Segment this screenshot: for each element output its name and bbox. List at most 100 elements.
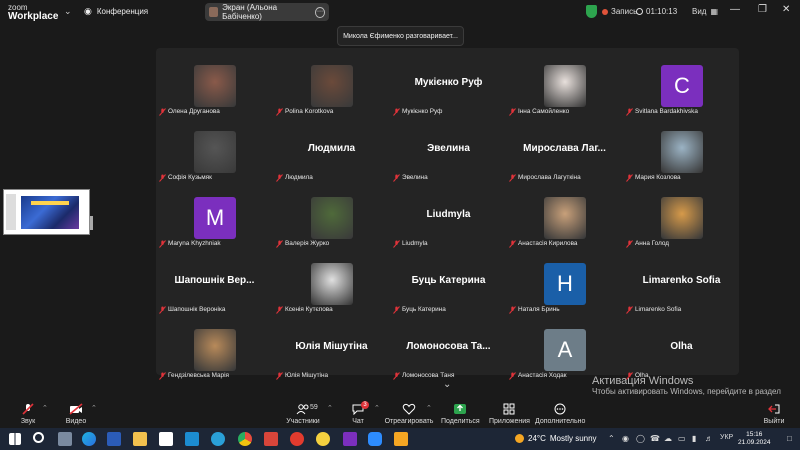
mic-muted-icon [626,240,633,248]
video-button[interactable]: Видео [64,403,88,425]
chrome-icon[interactable] [238,432,252,446]
participant-tile[interactable]: Limarenko Sofia Limarenko Sofia [623,251,740,316]
file-explorer-icon[interactable] [133,432,147,446]
edge-icon[interactable] [82,432,96,446]
participant-tile[interactable]: Мирослава Лаг... Мирослава Лагуткіна [506,119,623,184]
yandex-app-icon[interactable] [394,432,408,446]
more-label: Дополнительно [535,418,586,425]
video-options-chevron-icon[interactable]: ⌃ [91,404,97,412]
participant-name-label: Maryna Khyzhniak [168,240,221,247]
yandex-browser-icon[interactable] [290,432,304,446]
battery-icon[interactable]: ▮ [692,434,696,443]
participant-tile[interactable]: Людмила Людмила [273,119,390,184]
participant-video [544,65,586,107]
tray-cloud-icon[interactable]: ☁ [664,434,672,443]
gallery-scroll-down-icon[interactable]: ⌄ [443,379,451,390]
share-button[interactable]: Поделиться [441,403,480,425]
system-clock[interactable]: 15:16 21.09.2024 [738,431,771,447]
search-icon[interactable] [33,432,44,443]
view-button[interactable]: Вид ▦ [692,7,718,16]
participant-tile[interactable]: A Анастасія Ходак [506,317,623,382]
participant-tile[interactable]: Олена Друганова [156,53,273,118]
audio-options-chevron-icon[interactable]: ⌃ [42,404,48,412]
video-off-icon [69,403,83,415]
participants-options-chevron-icon[interactable]: ⌃ [327,404,333,412]
participant-tile[interactable]: M Maryna Khyzhniak [156,185,273,250]
participant-tile[interactable]: Софія Кузьмяк [156,119,273,184]
participant-display-name: Мирослава Лаг... [523,143,606,154]
participant-tile[interactable]: H Наталя Бринь [506,251,623,316]
participant-tile[interactable]: Валерія Журко [273,185,390,250]
close-icon[interactable]: ✕ [782,4,790,15]
participant-display-name: Liudmyla [426,209,471,220]
meeting-info-button[interactable]: ◉ Конференция [84,6,148,17]
participant-video [194,131,236,173]
react-options-chevron-icon[interactable]: ⌃ [426,404,432,412]
chat-unread-badge: 3 [361,401,369,409]
leave-icon [768,404,780,414]
zoom-taskbar-icon[interactable] [368,432,382,446]
apps-button[interactable]: Приложения [489,403,530,425]
participants-icon [296,404,309,415]
brand-menu-chevron-icon[interactable]: ⌄ [64,6,72,17]
participant-tile[interactable]: Мария Козлова [623,119,740,184]
tray-viber-icon[interactable]: ☎ [650,434,660,443]
participant-tile[interactable]: Анна Голод [623,185,740,250]
participant-tile[interactable]: C Svitlana Bardakhivska [623,53,740,118]
yellow-app-icon[interactable] [316,432,330,446]
screen-share-indicator[interactable]: Экран (Альона Бабіченко) ⋯ [205,3,329,21]
participant-tile[interactable]: Polina Korotkova [273,53,390,118]
tray-display-icon[interactable]: ▭ [678,434,686,443]
task-view-icon[interactable] [58,432,72,446]
share-screen-icon [454,404,466,414]
viber-icon[interactable] [343,432,357,446]
language-indicator[interactable]: УКР [720,434,733,441]
brand-line2: Workplace [8,11,59,22]
telegram-icon[interactable] [211,432,225,446]
participant-tile[interactable]: Гендзілевська Марія [156,317,273,382]
screen-share-preview[interactable] [3,189,90,235]
shield-security-icon[interactable] [586,5,597,18]
recording-indicator[interactable]: Запись [602,7,637,16]
participant-name-label: Мирослава Лагуткіна [518,174,581,181]
participant-tile[interactable]: Юлія Мішутіна Юлія Мішутіна [273,317,390,382]
participant-name-label: Svitlana Bardakhivska [635,108,698,115]
mic-muted-icon [276,108,283,116]
store-icon[interactable] [185,432,199,446]
participant-tile[interactable]: Эвелина Эвелина [390,119,507,184]
audio-button[interactable]: Звук [16,403,40,425]
volume-icon[interactable]: ♬ [705,434,713,443]
participant-tile[interactable]: Olha Olha [623,317,740,382]
chat-options-chevron-icon[interactable]: ⌃ [374,404,380,412]
participant-tile[interactable]: Інна Самойленко [506,53,623,118]
word-icon[interactable] [107,432,121,446]
participant-tile[interactable]: Ломоносова Та... Ломоносова Таня [390,317,507,382]
tray-expand-icon[interactable]: ⌃ [608,434,615,443]
presentation-icon[interactable] [264,432,278,446]
timer-value: 01:10:13 [646,7,678,16]
minimize-icon[interactable]: — [730,4,740,15]
participant-name-label: Ксенія Кутєпова [285,306,333,313]
share-label: Поделиться [441,418,480,425]
more-button[interactable]: Дополнительно [535,403,585,425]
participant-tile[interactable]: Шапошнік Вер... Шапошнік Вероніка [156,251,273,316]
participant-tile[interactable]: Буць Катерина Буць Катерина [390,251,507,316]
participant-tile[interactable]: Анастасія Кирилова [506,185,623,250]
participant-name-label: Мукієнко Руф [402,108,443,115]
participant-name-label: Ломоносова Таня [402,372,455,379]
participant-tile[interactable]: Ксенія Кутєпова [273,251,390,316]
leave-button[interactable]: Выйти [762,403,786,425]
weather-widget[interactable]: 24°C Mostly sunny [515,434,597,443]
windows-start-icon[interactable] [9,433,21,445]
participant-tile[interactable]: Liudmyla Liudmyla [390,185,507,250]
tray-app-icon[interactable]: ◉ [622,434,629,443]
more-options-icon[interactable]: ⋯ [314,6,325,18]
notepad-icon[interactable] [159,432,173,446]
preview-resize-handle[interactable] [90,216,93,230]
participant-display-name: Людмила [307,143,356,154]
notifications-icon[interactable]: □ [787,434,792,443]
tray-zoom-icon[interactable]: ◯ [636,434,645,443]
participant-tile[interactable]: Мукієнко Руф Мукієнко Руф [390,53,507,118]
restore-icon[interactable]: ❐ [758,4,767,15]
sun-icon [515,434,524,443]
